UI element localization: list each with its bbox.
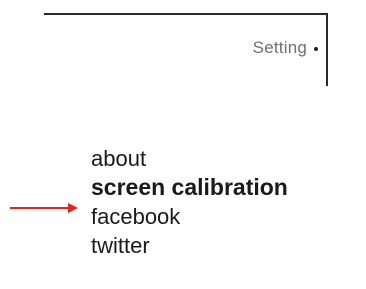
panel-top-border xyxy=(44,13,328,15)
panel-right-border xyxy=(326,13,328,86)
setting-label: Setting xyxy=(252,38,307,57)
right-arrow-icon xyxy=(10,203,78,213)
settings-menu: about screen calibration facebook twitte… xyxy=(91,144,288,260)
menu-item-twitter[interactable]: twitter xyxy=(91,231,288,260)
menu-item-about[interactable]: about xyxy=(91,144,288,173)
menu-item-screen-calibration[interactable]: screen calibration xyxy=(91,173,288,202)
menu-item-facebook[interactable]: facebook xyxy=(91,202,288,231)
setting-button[interactable]: Setting xyxy=(190,36,318,60)
bullet-dot-icon xyxy=(314,47,318,51)
